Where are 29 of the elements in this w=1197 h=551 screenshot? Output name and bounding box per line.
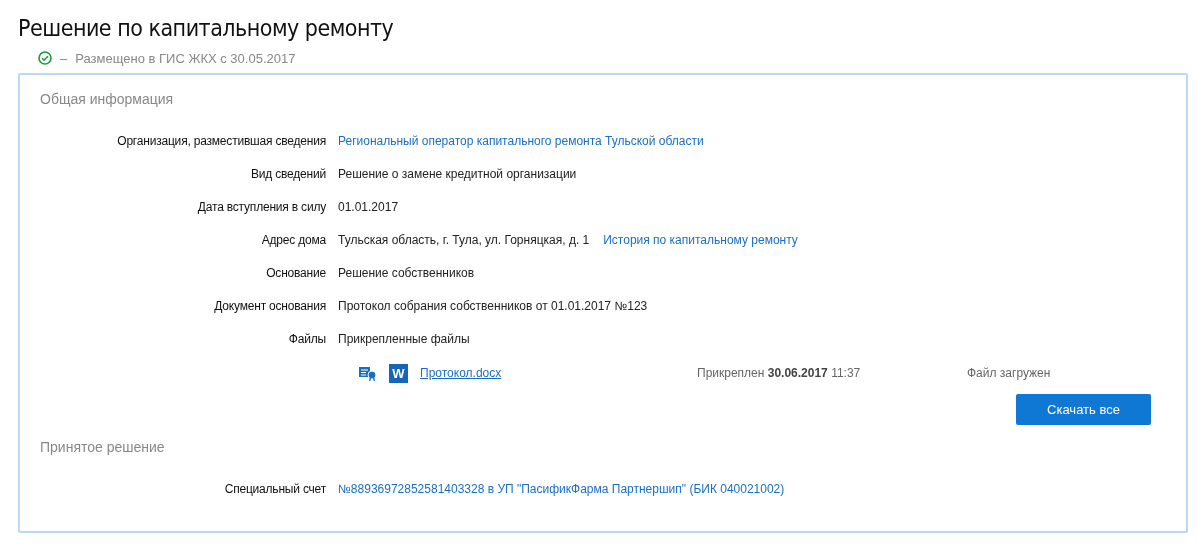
status-dash: – [60, 50, 68, 66]
field-value: Прикрепленные файлы [338, 331, 470, 346]
field-value: 01.01.2017 [338, 199, 399, 214]
file-link[interactable]: Протокол.docx [420, 366, 697, 380]
file-status: Файл загружен [967, 366, 1051, 380]
field-value: Решение о замене кредитной организации [338, 166, 577, 181]
field-label: Специальный счет [223, 481, 327, 496]
download-all-button[interactable]: Скачать все [1016, 394, 1151, 425]
field-link[interactable]: Региональный оператор капитального ремонта Тульской области [338, 133, 704, 148]
section-heading: Принятое решение [40, 438, 166, 457]
attached-date: Прикреплен 30.06.2017 11:37 [697, 366, 862, 380]
field-label: Дата вступления в силу [196, 199, 327, 214]
check-circle-icon [38, 51, 52, 65]
page-title: Решение по капитальному ремонту [18, 14, 395, 43]
word-file-icon: W [389, 363, 408, 383]
field-value: Протокол собрания собственников от 01.01.2017 №123 [338, 298, 648, 313]
field-value: Решение собственников [338, 265, 475, 280]
field-label: Организация, разместившая сведения [116, 133, 327, 148]
field-value: Тульская область, г. Тула, ул. Горняцкая, д. 1 [338, 232, 590, 247]
field-label: Вид сведений [250, 166, 327, 181]
field-label: Основание [265, 265, 327, 280]
status-text: Размещено в ГИС ЖКХ с 30.05.2017 [75, 50, 296, 66]
field-label: Документ основания [213, 298, 327, 313]
section-heading: Общая информация [40, 90, 175, 109]
field-label: Файлы [287, 331, 327, 346]
history-link[interactable]: История по капитальному ремонту [603, 232, 798, 247]
certificate-icon[interactable] [359, 365, 377, 381]
field-label: Адрес дома [260, 232, 327, 247]
field-link[interactable]: №88936972852581403328 в УП "ПасификФарма Партнершип" (БИК 040021002) [338, 481, 785, 496]
